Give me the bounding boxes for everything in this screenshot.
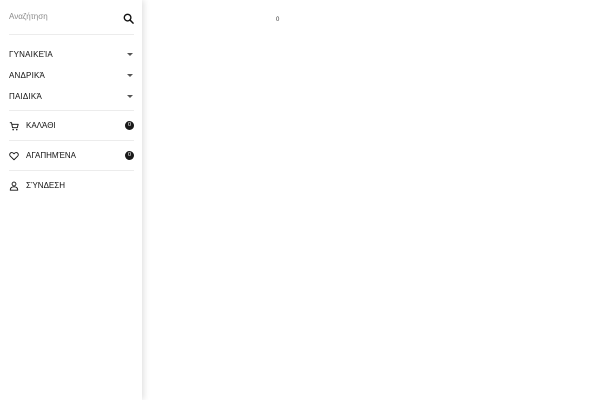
cart-icon (9, 121, 19, 130)
login-link[interactable]: ΣΎΝΔΕΣΗ (9, 171, 134, 200)
page: 0 ΓΥΝΑΙΚΕΊΑ ΑΝΔΡΙΚΆ ΠΑΙΔΙΚΆ (0, 0, 600, 400)
category-label: ΠΑΙΔΙΚΆ (9, 92, 42, 101)
category-item-women[interactable]: ΓΥΝΑΙΚΕΊΑ (9, 44, 134, 65)
cart-link[interactable]: ΚΑΛΆΘΙ 0 (9, 111, 134, 141)
wishlist-count-badge: 0 (125, 151, 134, 160)
category-item-men[interactable]: ΑΝΔΡΙΚΆ (9, 65, 134, 86)
header-cart-count: 0 (276, 17, 280, 23)
cart-count-badge: 0 (125, 121, 134, 130)
search-input[interactable] (9, 11, 109, 21)
wishlist-link[interactable]: ΑΓΑΠΗΜΈΝΑ 0 (9, 141, 134, 171)
mobile-menu-drawer: ΓΥΝΑΙΚΕΊΑ ΑΝΔΡΙΚΆ ΠΑΙΔΙΚΆ ΚΑΛΆΘΙ 0 (0, 0, 142, 400)
category-list: ΓΥΝΑΙΚΕΊΑ ΑΝΔΡΙΚΆ ΠΑΙΔΙΚΆ (9, 35, 134, 111)
login-label: ΣΎΝΔΕΣΗ (26, 181, 65, 190)
heart-icon (9, 151, 19, 160)
category-item-kids[interactable]: ΠΑΙΔΙΚΆ (9, 86, 134, 107)
search-bar (9, 0, 134, 35)
cart-label: ΚΑΛΆΘΙ (26, 121, 56, 130)
chevron-down-icon[interactable] (127, 53, 133, 56)
category-label: ΓΥΝΑΙΚΕΊΑ (9, 50, 53, 59)
chevron-down-icon[interactable] (127, 95, 133, 98)
wishlist-label: ΑΓΑΠΗΜΈΝΑ (26, 151, 76, 160)
category-label: ΑΝΔΡΙΚΆ (9, 71, 46, 80)
user-icon (9, 181, 19, 191)
chevron-down-icon[interactable] (127, 74, 133, 77)
search-icon[interactable] (123, 13, 134, 24)
